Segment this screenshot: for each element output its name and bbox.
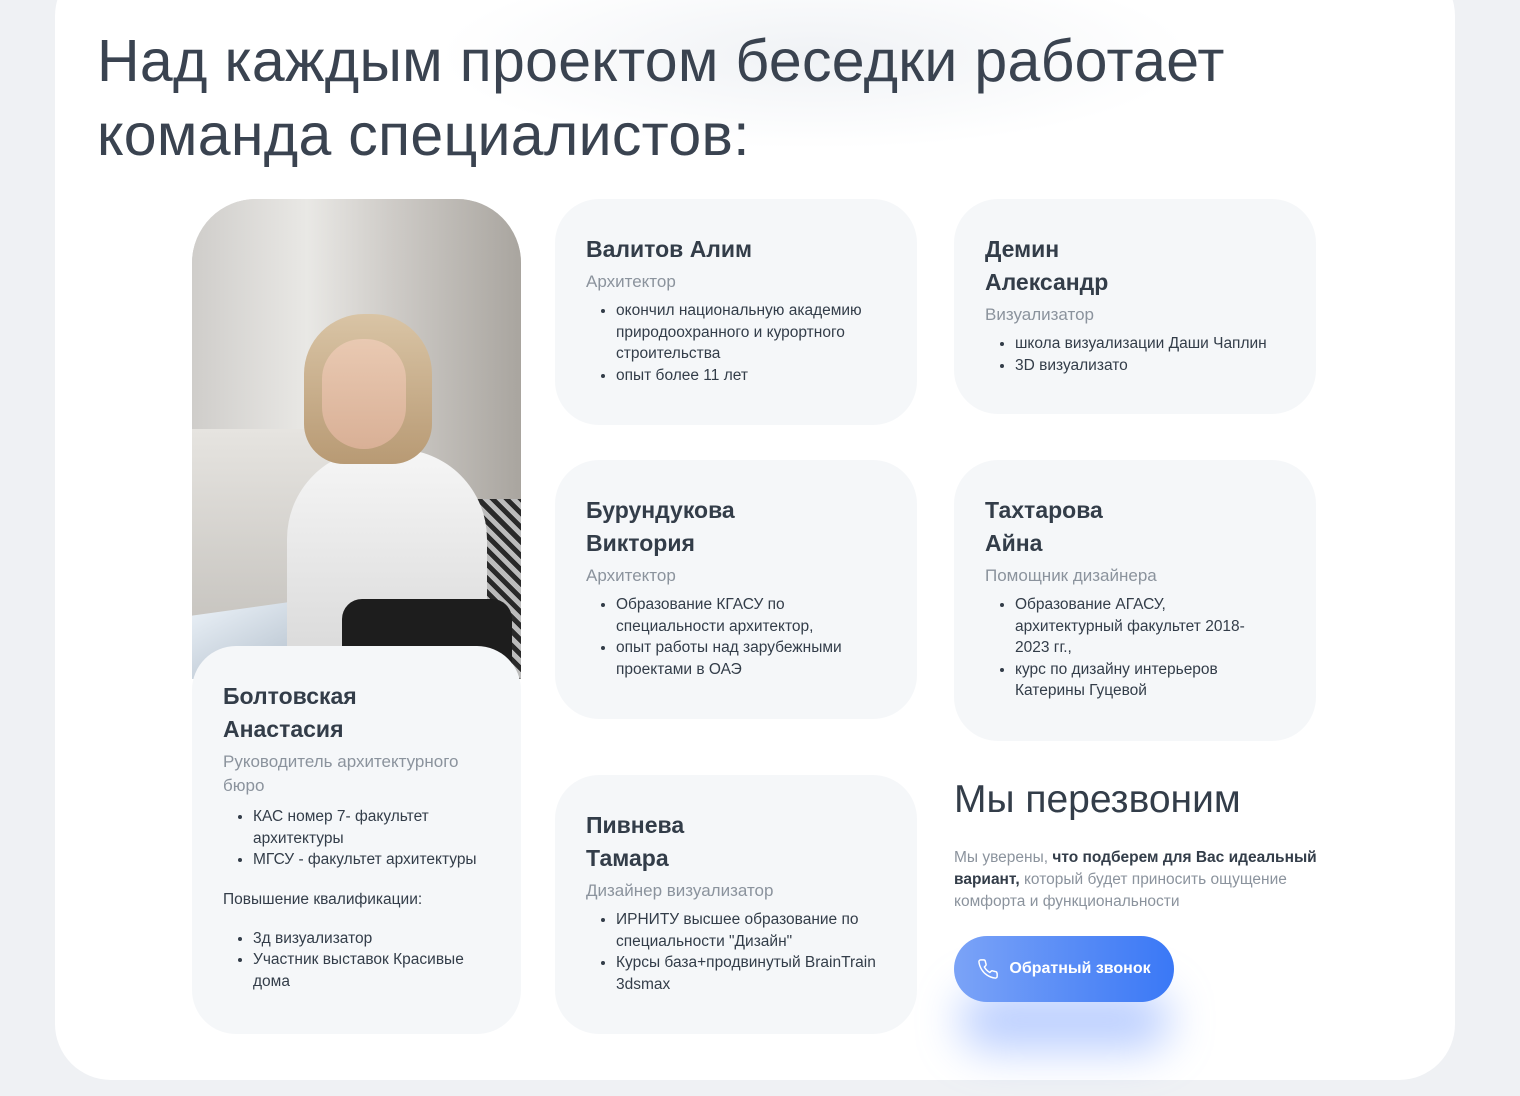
list-item: ИРНИТУ высшее образование по специальнос… [616,909,876,952]
member-points: ИРНИТУ высшее образование по специальнос… [586,909,876,995]
member-name: Валитов Алим [586,236,753,262]
list-item: курс по дизайну интерьеров Катерины Гуце… [1015,659,1265,702]
team-card: Тахтарова Айна Помощник дизайнера Образо… [954,460,1316,741]
member-extra-list: 3д визуализатор Участник выставок Красив… [223,928,491,993]
list-item: 3D визуализато [1015,355,1286,377]
list-item: Образование АГАСУ, архитектурный факульт… [1015,594,1265,659]
member-name: Тахтарова Айна [985,497,1103,556]
list-item: школа визуализации Даши Чаплин [1015,333,1286,355]
member-subheading: Повышение квалификации: [223,890,423,908]
member-role: Дизайнер визуализатор [586,881,774,900]
phone-icon [977,958,999,980]
team-card: Бурундукова Виктория Архитектор Образова… [555,460,917,719]
callback-title: Мы перезвоним [954,778,1241,821]
member-role: Архитектор [586,272,676,291]
member-role: Визуализатор [985,305,1094,324]
member-name: Демин Александр [985,236,1109,295]
member-name: Пивнева Тамара [586,812,685,871]
member-points: Образование АГАСУ, архитектурный факульт… [985,594,1265,702]
list-item: опыт более 11 лет [616,365,887,387]
member-points: школа визуализации Даши Чаплин 3D визуал… [985,333,1286,376]
member-education-list: КАС номер 7- факультет архитектуры МГСУ … [223,806,491,871]
callback-button-label: Обратный звонок [1009,960,1151,977]
list-item: окончил национальную академию природоохр… [616,300,887,365]
list-item: Участник выставок Красивые дома [253,949,491,992]
list-item: опыт работы над зарубежными проектами в … [616,637,866,680]
team-card-featured: Болтовская Анастасия Руководитель архите… [192,646,521,1034]
team-lead-photo [192,199,521,679]
member-role: Архитектор [586,566,676,585]
callback-description: Мы уверены, что подберем для Вас идеальн… [954,849,1317,910]
team-card: Пивнева Тамара Дизайнер визуализатор ИРН… [555,775,917,1034]
member-name: Болтовская Анастасия [223,683,357,742]
callback-button[interactable]: Обратный звонок [954,936,1174,1002]
section-heading: Над каждым проектом беседки работает ком… [97,28,1225,168]
list-item: 3д визуализатор [253,928,491,950]
list-item: Курсы база+продвинутый BrainTrain 3dsmax [616,952,876,995]
member-name: Бурундукова Виктория [586,497,735,556]
list-item: МГСУ - факультет архитектуры [253,849,491,871]
list-item: КАС номер 7- факультет архитектуры [253,806,491,849]
team-card: Демин Александр Визуализатор школа визуа… [954,199,1316,414]
member-role: Руководитель архитектурного бюро [223,752,459,795]
member-points: окончил национальную академию природоохр… [586,300,887,386]
team-card: Валитов Алим Архитектор окончил национал… [555,199,917,425]
member-role: Помощник дизайнера [985,566,1157,585]
member-points: Образование КГАСУ по специальности архит… [586,594,866,680]
list-item: Образование КГАСУ по специальности архит… [616,594,866,637]
